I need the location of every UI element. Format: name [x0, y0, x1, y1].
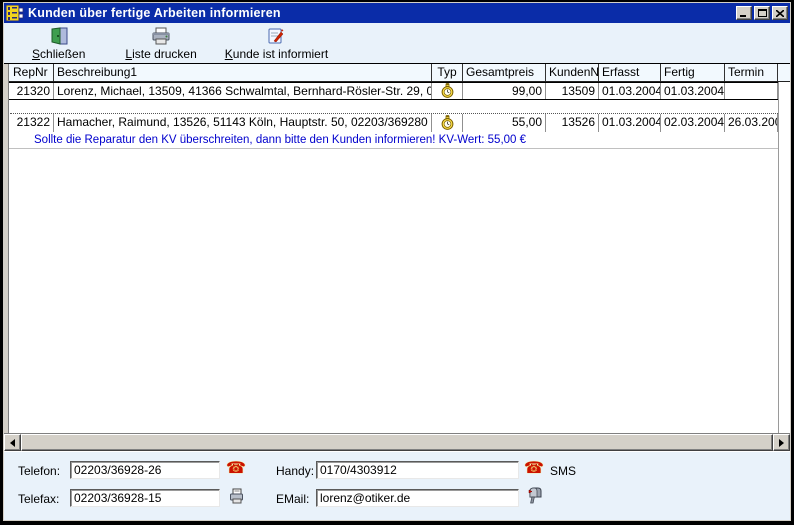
toolbar-button-label: Schließen: [32, 47, 85, 61]
print-list-button[interactable]: Liste drucken: [119, 25, 202, 62]
column-header-kundennr[interactable]: KundenNr: [546, 64, 599, 81]
phone-icon: ☎: [524, 461, 544, 477]
maximize-icon: [758, 9, 767, 17]
telefon-label: Telefon:: [18, 464, 60, 478]
printer-icon: [150, 26, 172, 46]
row-note: Sollte die Reparatur den KV überschreite…: [4, 132, 790, 149]
cell-erfasst: 01.03.2004: [599, 114, 661, 132]
handy-label: Handy:: [276, 464, 314, 478]
mailbox-icon: [525, 487, 543, 505]
scroll-right-button[interactable]: [773, 434, 790, 451]
scrollbar-thumb[interactable]: [21, 434, 773, 451]
arrow-left-icon: [6, 439, 15, 447]
column-header-repnr[interactable]: RepNr: [10, 64, 54, 81]
record-selector-strip: [4, 64, 9, 433]
ruler-icon: [6, 5, 24, 21]
window-title: Kunden über fertige Arbeiten informieren: [28, 6, 281, 20]
arrow-right-icon: [779, 439, 788, 447]
column-header-erfasst[interactable]: Erfasst: [599, 64, 661, 81]
app-window: Kunden über fertige Arbeiten informieren: [0, 0, 794, 525]
fax-icon: [228, 488, 245, 505]
column-header-termin[interactable]: Termin: [725, 64, 778, 81]
exit-door-icon: [49, 26, 69, 46]
table-row[interactable]: 21320 Lorenz, Michael, 13509, 41366 Schw…: [4, 82, 790, 100]
handy-input[interactable]: [316, 461, 519, 479]
telefax-label: Telefax:: [18, 492, 59, 506]
cell-repnr: 21322: [10, 114, 54, 132]
note-pen-icon: [266, 26, 286, 46]
scroll-left-button[interactable]: [4, 434, 21, 451]
table-header-row: RepNr Beschreibung1 Typ Gesamtpreis Kund…: [4, 64, 790, 82]
cell-kundennr: 13509: [546, 83, 599, 99]
watch-icon: [432, 83, 463, 99]
dial-phone-button[interactable]: ☎: [226, 459, 246, 479]
horizontal-scrollbar[interactable]: [4, 433, 790, 451]
customer-informed-button[interactable]: Kunde ist informiert: [219, 25, 334, 62]
title-bar: Kunden über fertige Arbeiten informieren: [4, 3, 790, 23]
close-button[interactable]: [772, 6, 788, 20]
table-row[interactable]: 21322 Hamacher, Raimund, 13526, 51143 Kö…: [4, 114, 790, 132]
cell-kundennr: 13526: [546, 114, 599, 132]
phone-icon: ☎: [226, 461, 246, 477]
close-form-button[interactable]: Schließen: [26, 25, 91, 62]
toolbar-button-label: Liste drucken: [125, 47, 196, 61]
cell-erfasst: 01.03.2004: [599, 83, 661, 99]
cell-gesamtpreis: 55,00: [463, 114, 546, 132]
cell-beschreibung: Lorenz, Michael, 13509, 41366 Schwalmtal…: [54, 83, 432, 99]
telefax-input[interactable]: [70, 489, 220, 507]
column-header-fertig[interactable]: Fertig: [661, 64, 725, 81]
email-label: EMail:: [276, 492, 309, 506]
maximize-button[interactable]: [754, 6, 770, 20]
cell-beschreibung: Hamacher, Raimund, 13526, 51143 Köln, Ha…: [54, 114, 432, 132]
cell-fertig: 02.03.2004: [661, 114, 725, 132]
cell-fertig: 01.03.2004: [661, 83, 725, 99]
toolbar: Schließen Liste drucken: [4, 23, 790, 64]
send-email-button[interactable]: [524, 486, 544, 506]
watch-icon: [432, 114, 463, 132]
vertical-scrollbar-track[interactable]: [778, 82, 790, 433]
minimize-icon: [740, 10, 748, 17]
minimize-button[interactable]: [736, 6, 752, 20]
send-fax-button[interactable]: [226, 486, 246, 506]
column-header-beschreibung1[interactable]: Beschreibung1: [54, 64, 432, 81]
sms-label: SMS: [550, 464, 576, 478]
close-icon: [776, 10, 784, 17]
telefon-input[interactable]: [70, 461, 220, 479]
column-header-gesamtpreis[interactable]: Gesamtpreis: [463, 64, 546, 81]
cell-termin: 26.03.2004: [725, 114, 778, 132]
cell-gesamtpreis: 99,00: [463, 83, 546, 99]
dial-handy-button[interactable]: ☎: [524, 459, 544, 479]
table-empty-area: [4, 149, 790, 433]
column-header-typ[interactable]: Typ: [432, 64, 463, 81]
row-note-empty: [4, 100, 790, 113]
cell-repnr: 21320: [10, 83, 54, 99]
email-input[interactable]: [316, 489, 519, 507]
contact-panel: Telefon: ☎ Handy: ☎ SMS Telefax: EMail:: [4, 451, 790, 520]
toolbar-button-label: Kunde ist informiert: [225, 47, 328, 61]
cell-termin: [725, 83, 778, 99]
repairs-table: RepNr Beschreibung1 Typ Gesamtpreis Kund…: [4, 64, 790, 433]
